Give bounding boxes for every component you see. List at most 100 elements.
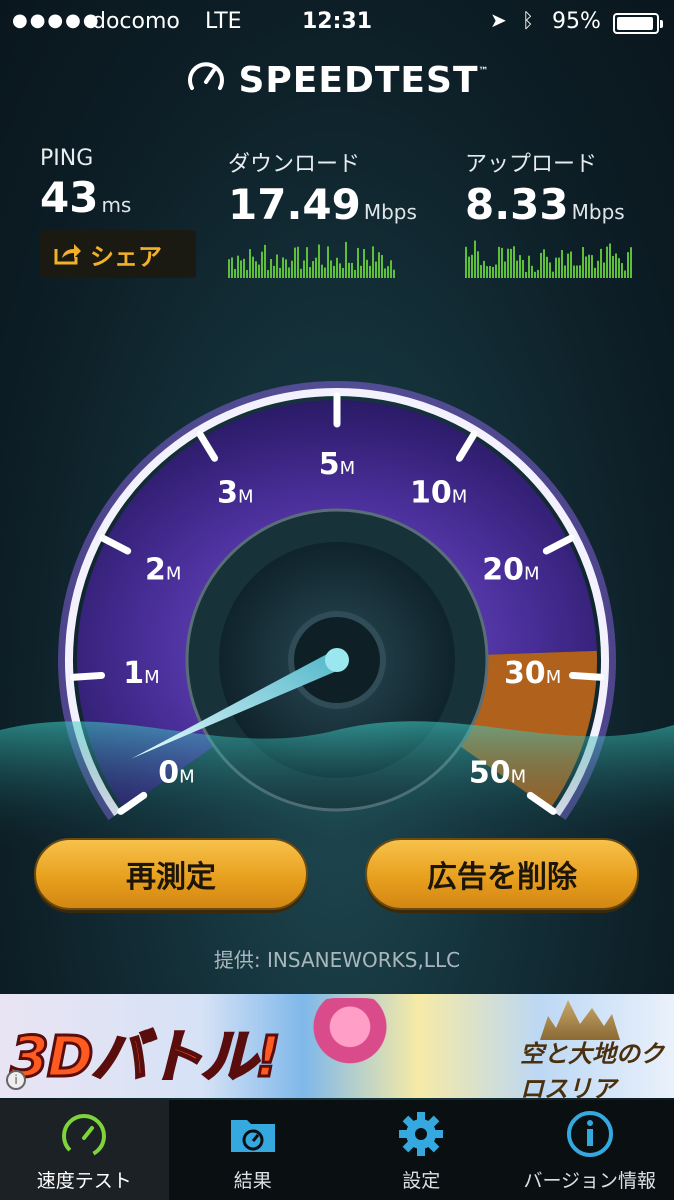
- tab-speed-test[interactable]: 速度テスト: [0, 1100, 169, 1200]
- trademark: ™: [478, 66, 490, 77]
- download-unit: Mbps: [363, 200, 417, 224]
- sparkline-bar: [573, 265, 575, 278]
- sparkline-bar: [348, 262, 350, 278]
- sparkline-bar: [630, 247, 632, 278]
- ad-character-image: [290, 998, 410, 1094]
- sparkline-bar: [561, 249, 563, 278]
- sparkline-bar: [570, 251, 572, 278]
- sparkline-bar: [237, 255, 239, 278]
- ad-info-icon[interactable]: i: [6, 1070, 26, 1090]
- sparkline-bar: [528, 255, 530, 278]
- sparkline-bar: [510, 248, 512, 278]
- logo-text: SPEEDTEST: [238, 60, 479, 101]
- sparkline-bar: [537, 269, 539, 278]
- sparkline-bar: [567, 253, 569, 278]
- sparkline-bar: [498, 246, 500, 278]
- sparkline-bar: [315, 257, 317, 278]
- battery-percent: 95%: [552, 9, 601, 34]
- sparkline-bar: [576, 265, 578, 278]
- tab-results[interactable]: 結果: [169, 1100, 338, 1200]
- sparkline-bar: [531, 265, 533, 278]
- remove-ads-button[interactable]: 広告を削除: [365, 838, 639, 910]
- sparkline-bar: [543, 249, 545, 278]
- sparkline-bar: [618, 258, 620, 278]
- sparkline-bar: [330, 260, 332, 278]
- sparkline-bar: [282, 257, 284, 278]
- sparkline-bar: [369, 265, 371, 278]
- sparkline-bar: [390, 260, 392, 278]
- share-label: シェア: [90, 242, 162, 271]
- ping-label: PING: [40, 146, 94, 171]
- sparkline-bar: [534, 271, 536, 278]
- provider-credit: 提供: INSANEWORKS,LLC: [213, 948, 461, 972]
- gauge-tick: [568, 671, 604, 681]
- sparkline-bar: [366, 259, 368, 278]
- sparkline-bar: [606, 246, 608, 278]
- tab-label: 設定: [402, 1169, 441, 1192]
- sparkline-bar: [258, 264, 260, 278]
- sparkline-bar: [393, 269, 395, 278]
- sparkline-bar: [615, 253, 617, 278]
- sparkline-bar: [303, 260, 305, 278]
- sparkline-bar: [342, 268, 344, 278]
- tab-bar: 速度テスト 結果 設定 バージョン情報: [0, 1100, 674, 1200]
- sparkline-bar: [492, 266, 494, 278]
- download-label: ダウンロード: [228, 152, 361, 177]
- sparkline-bar: [285, 259, 287, 278]
- upload-stat: アップロード 8.33 Mbps: [465, 146, 625, 229]
- tab-label: 結果: [233, 1169, 272, 1192]
- sparkline-bar: [372, 246, 374, 278]
- sparkline-bar: [483, 260, 485, 278]
- sparkline-bar: [612, 255, 614, 278]
- ad-banner[interactable]: 3Dバトル! 空と大地のクロスリア i: [0, 994, 674, 1098]
- sparkline-bar: [549, 262, 551, 278]
- sparkline-bar: [486, 266, 488, 278]
- gear-icon: [399, 1111, 444, 1156]
- sparkline-bar: [564, 265, 566, 278]
- sparkline-bar: [351, 262, 353, 278]
- sparkline-bar: [276, 254, 278, 278]
- sparkline-bar: [546, 256, 548, 278]
- tab-label: 速度テスト: [36, 1169, 132, 1192]
- upload-sparkline: [465, 240, 632, 278]
- folder-gauge-icon: [230, 1119, 275, 1152]
- sparkline-bar: [255, 261, 257, 278]
- sparkline-bar: [267, 270, 269, 278]
- sparkline-bar: [345, 241, 347, 278]
- tab-settings[interactable]: 設定: [337, 1100, 506, 1200]
- sparkline-bar: [519, 255, 521, 278]
- sparkline-bar: [300, 268, 302, 278]
- download-value: 17.49: [228, 180, 361, 229]
- speedtest-app: ●●●●● docomo LTE 12:31 ➤ ᛒ 95% SPEEDTEST…: [0, 0, 674, 1200]
- sparkline-bar: [552, 271, 554, 278]
- sparkline-bar: [240, 260, 242, 278]
- sparkline-bar: [288, 267, 290, 278]
- sparkline-bar: [312, 261, 314, 278]
- tab-label: バージョン情報: [523, 1169, 657, 1192]
- sparkline-bar: [624, 270, 626, 278]
- share-button[interactable]: シェア: [40, 230, 196, 278]
- sparkline-bar: [609, 243, 611, 278]
- app-logo: SPEEDTEST™: [0, 56, 674, 101]
- sparkline-bar: [555, 257, 557, 278]
- sparkline-bar: [261, 251, 263, 278]
- sparkline-bar: [468, 256, 470, 278]
- sparkline-bar: [291, 260, 293, 278]
- ad-game-title: 空と大地のクロスリア: [520, 1040, 664, 1098]
- sparkline-bar: [324, 267, 326, 278]
- sparkline-bar: [243, 258, 245, 278]
- sparkline-bar: [273, 265, 275, 278]
- sparkline-bar: [501, 247, 503, 278]
- ping-stat: PING 43 ms: [40, 146, 131, 222]
- sparkline-bar: [522, 259, 524, 278]
- sparkline-bar: [603, 262, 605, 278]
- sparkline-bar: [231, 257, 233, 278]
- sparkline-bar: [627, 252, 629, 278]
- tab-version-info[interactable]: バージョン情報: [506, 1100, 674, 1200]
- sparkline-bar: [594, 267, 596, 278]
- sparkline-bar: [357, 247, 359, 278]
- sparkline-bar: [474, 240, 476, 278]
- download-stat: ダウンロード 17.49 Mbps: [228, 146, 417, 229]
- sparkline-bar: [384, 268, 386, 278]
- retest-button[interactable]: 再測定: [34, 838, 308, 910]
